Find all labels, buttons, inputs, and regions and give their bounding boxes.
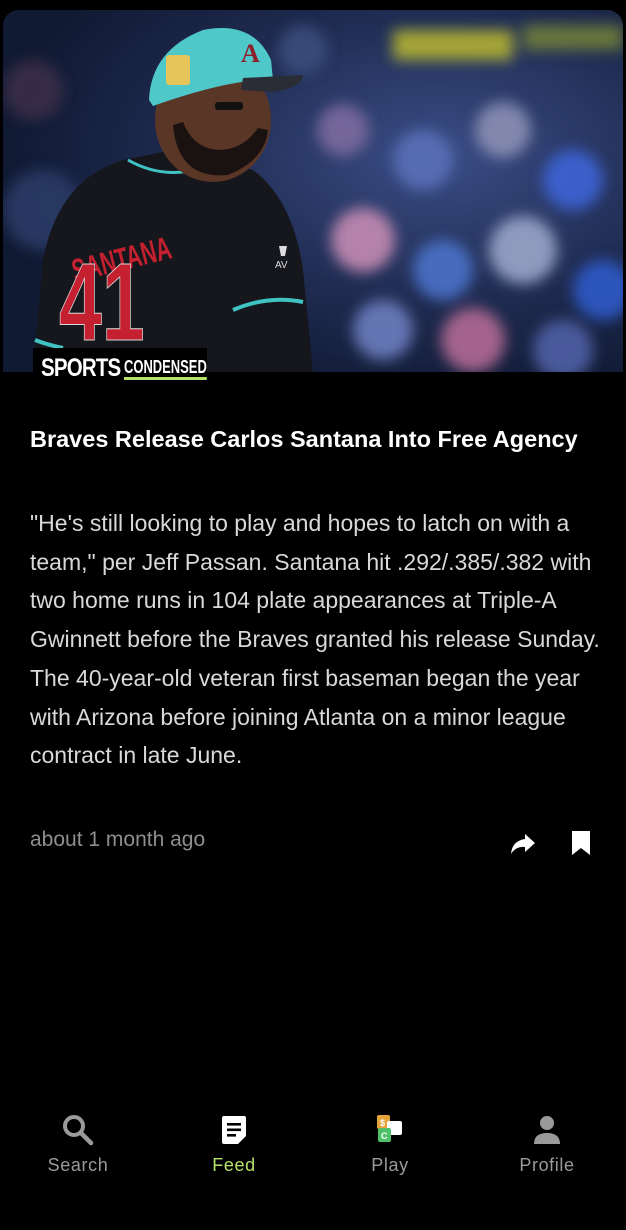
play-cards-icon: $ C [370,1110,410,1150]
jersey-number: 41 [59,242,145,365]
logo-text-condensed: CONDENSED [123,357,207,380]
svg-text:AV: AV [275,260,288,271]
bottom-tab-bar: Search Feed $ C Play Profile [0,1100,626,1190]
article-meta-row: about 1 month ago [30,826,600,858]
tab-label-feed: Feed [212,1155,256,1175]
article-timestamp: about 1 month ago [30,828,206,851]
svg-text:C: C [381,1131,388,1141]
share-button[interactable] [508,828,538,858]
feed-document-icon [214,1110,254,1150]
search-icon [58,1110,98,1150]
article-headline[interactable]: Braves Release Carlos Santana Into Free … [30,420,590,459]
tab-label-search: Search [47,1155,109,1175]
article-body: "He's still looking to play and hopes to… [30,510,600,769]
article-photo: A SANTANA 41 AV [3,10,623,372]
profile-person-icon [527,1110,567,1150]
bookmark-button[interactable] [569,829,593,857]
svg-text:$: $ [380,1118,385,1128]
logo-text-sports: SPORTS [41,353,121,382]
bookmark-icon [572,831,590,855]
svg-text:A: A [241,39,260,68]
sports-condensed-logo: SPORTS CONDENSED [33,348,207,388]
share-arrow-icon [511,834,535,854]
tab-feed[interactable]: Feed [156,1100,312,1190]
tab-label-play: Play [371,1155,409,1175]
tab-label-profile: Profile [519,1155,575,1175]
tab-profile[interactable]: Profile [469,1100,625,1190]
article-image-card[interactable]: A SANTANA 41 AV [3,10,623,372]
tab-search[interactable]: Search [0,1100,156,1190]
tab-play[interactable]: $ C Play [312,1100,468,1190]
